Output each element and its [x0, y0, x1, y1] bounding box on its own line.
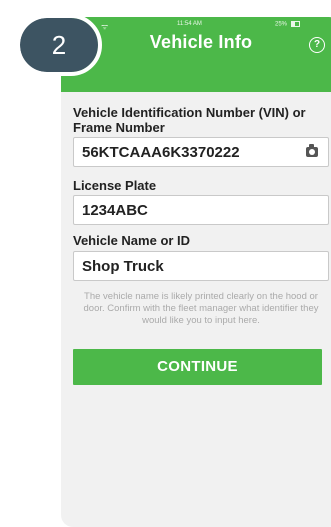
vehicle-name-field[interactable]: Shop Truck: [73, 251, 329, 281]
help-icon[interactable]: ?: [309, 37, 325, 53]
vehicle-name-label: Vehicle Name or ID: [73, 233, 191, 248]
battery-indicator: 25%: [275, 21, 300, 28]
status-bar: ᯤ 11:54 AM 25%: [61, 21, 331, 31]
status-time: 11:54 AM: [177, 21, 202, 27]
step-badge: 2: [16, 14, 102, 76]
vehicle-name-value: Shop Truck: [82, 258, 164, 275]
license-plate-value: 1234ABC: [82, 202, 148, 219]
license-plate-label: License Plate: [73, 178, 157, 193]
vin-field[interactable]: 56KTCAAA6K3370222: [73, 137, 329, 167]
continue-button[interactable]: CONTINUE: [73, 349, 322, 385]
camera-icon[interactable]: [306, 144, 318, 157]
vin-value: 56KTCAAA6K3370222: [82, 144, 240, 161]
vin-label: Vehicle Identification Number (VIN) or F…: [73, 105, 306, 135]
license-plate-field[interactable]: 1234ABC: [73, 195, 329, 225]
vehicle-name-hint: The vehicle name is likely printed clear…: [83, 291, 319, 326]
battery-icon: [290, 21, 300, 27]
wifi-icon: ᯤ: [101, 22, 109, 31]
battery-percent: 25%: [275, 21, 288, 28]
navigation-bar: ᯤ 11:54 AM 25% Vehicle Info ?: [61, 17, 331, 92]
